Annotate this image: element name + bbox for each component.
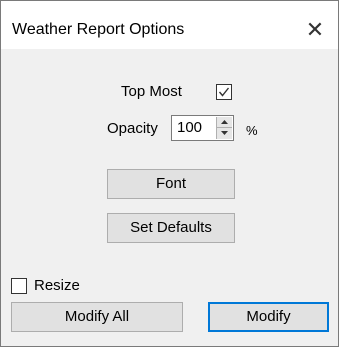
opacity-value[interactable]: 100 <box>177 119 202 137</box>
opacity-increment-button[interactable] <box>217 117 232 128</box>
checkmark-icon <box>218 87 230 97</box>
opacity-spinner[interactable]: 100 <box>171 115 234 141</box>
opacity-label: Opacity <box>107 120 158 137</box>
resize-label: Resize <box>34 277 80 294</box>
arrow-down-icon <box>221 131 228 135</box>
title-bar[interactable]: Weather Report Options ✕ <box>1 1 338 49</box>
close-icon: ✕ <box>305 17 325 42</box>
top-most-label: Top Most <box>121 83 182 100</box>
set-defaults-button[interactable]: Set Defaults <box>107 213 235 243</box>
modify-button[interactable]: Modify <box>208 302 329 332</box>
top-most-checkbox[interactable] <box>216 84 232 100</box>
close-button[interactable]: ✕ <box>292 17 338 43</box>
font-button[interactable]: Font <box>107 169 235 199</box>
resize-checkbox[interactable] <box>11 278 27 294</box>
modify-all-button[interactable]: Modify All <box>11 302 183 332</box>
weather-report-options-dialog: Weather Report Options ✕ Top Most Opacit… <box>0 0 339 347</box>
window-title: Weather Report Options <box>12 21 185 38</box>
opacity-spin-buttons <box>216 117 232 139</box>
arrow-up-icon <box>221 120 228 124</box>
opacity-unit: % <box>246 123 258 138</box>
opacity-decrement-button[interactable] <box>217 128 232 138</box>
